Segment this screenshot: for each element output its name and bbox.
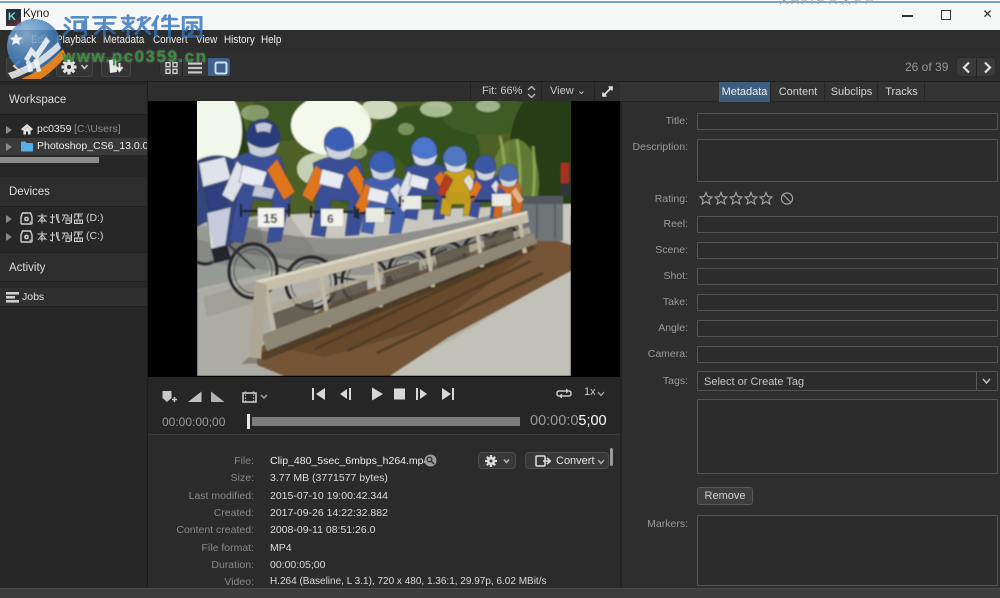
svg-text:15: 15	[263, 211, 277, 226]
svg-text:6: 6	[327, 212, 334, 226]
